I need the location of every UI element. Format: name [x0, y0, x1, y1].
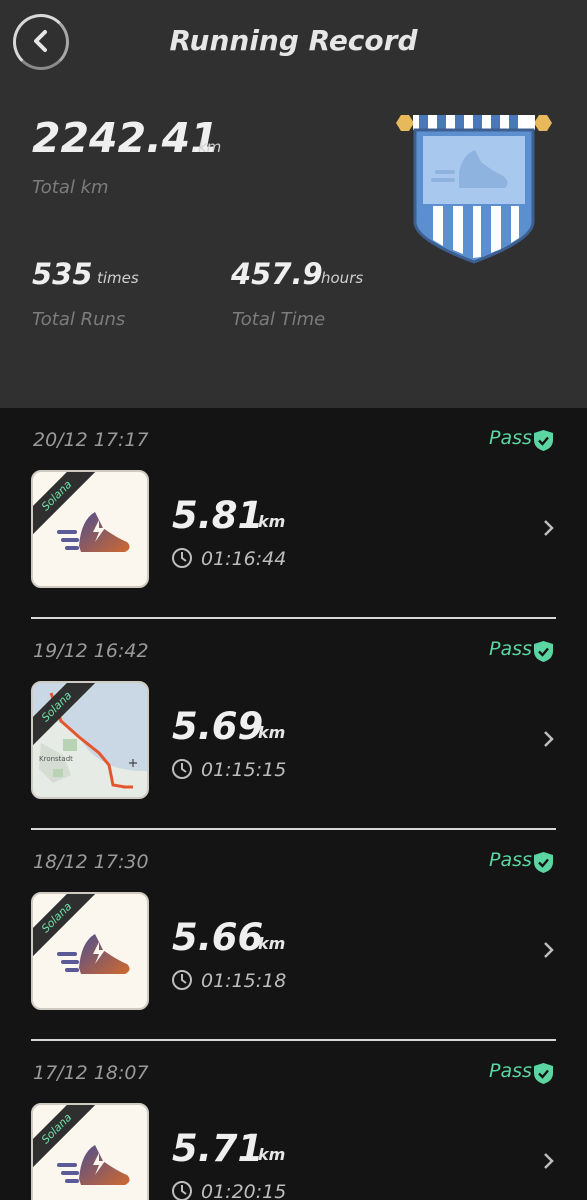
run-record-item[interactable]: 18/12 17:30 Pass Solana 5.66 km 01:15:18	[0, 830, 587, 1041]
record-date: 20/12 17:17	[33, 429, 149, 451]
run-record-item[interactable]: 19/12 16:42 Pass Kronstadt Solana 5.69 k…	[0, 619, 587, 830]
record-duration: 01:15:18	[201, 970, 287, 992]
page-title: Running Record	[169, 24, 418, 57]
run-record-item[interactable]: 20/12 17:17 Pass Solana 5.81 km 01:16:44	[0, 408, 587, 619]
run-record-item[interactable]: 17/12 18:07 Pass Solana 5.71 km 01:20:15	[0, 1041, 587, 1200]
run-thumbnail: Solana	[31, 892, 149, 1010]
total-km-unit: km	[198, 138, 222, 156]
record-duration: 01:16:44	[201, 548, 287, 570]
record-distance: 5.69	[172, 705, 264, 748]
total-km-label: Total km	[32, 177, 109, 198]
run-thumbnail: Solana	[31, 1103, 149, 1200]
total-runs-unit: times	[97, 269, 139, 287]
clock-icon	[172, 1181, 192, 1200]
total-time-label: Total Time	[232, 309, 326, 330]
pass-shield-icon	[534, 641, 553, 662]
record-duration: 01:20:15	[201, 1181, 287, 1200]
chevron-right-icon[interactable]	[542, 729, 556, 749]
record-date: 18/12 17:30	[33, 851, 149, 873]
record-distance: 5.71	[172, 1127, 264, 1170]
shoe-icon	[57, 934, 130, 974]
run-map-thumbnail: Kronstadt Solana	[31, 681, 149, 799]
clock-icon	[172, 970, 192, 990]
chevron-right-icon[interactable]	[542, 1151, 556, 1171]
map-place-label: Kronstadt	[39, 755, 73, 763]
summary-header: Running Record 2242.41 km Total km 535 t…	[0, 0, 587, 408]
record-distance-unit: km	[258, 723, 286, 742]
clock-icon	[172, 548, 192, 568]
clock-icon	[172, 759, 192, 779]
status-badge: Pass	[489, 1060, 532, 1082]
status-badge: Pass	[489, 638, 532, 660]
record-date: 19/12 16:42	[33, 640, 149, 662]
badge-shield-icon	[396, 115, 552, 264]
total-time-value: 457.9	[231, 257, 323, 291]
chevron-right-icon[interactable]	[542, 518, 556, 538]
total-km-value: 2242.41	[32, 114, 219, 162]
total-runs-label: Total Runs	[32, 309, 126, 330]
pass-shield-icon	[534, 430, 553, 451]
status-badge: Pass	[489, 849, 532, 871]
record-distance-unit: km	[258, 934, 286, 953]
run-thumbnail: Solana	[31, 470, 149, 588]
record-date: 17/12 18:07	[33, 1062, 149, 1084]
record-distance-unit: km	[258, 512, 286, 531]
shoe-icon	[57, 512, 130, 552]
status-badge: Pass	[489, 427, 532, 449]
total-runs-value: 535	[32, 257, 93, 291]
pass-shield-icon	[534, 1063, 553, 1084]
record-distance-unit: km	[258, 1145, 286, 1164]
shoe-icon	[57, 1145, 130, 1185]
total-time-unit: hours	[321, 269, 364, 287]
record-distance: 5.81	[172, 494, 264, 537]
record-distance: 5.66	[172, 916, 264, 959]
pass-shield-icon	[534, 852, 553, 873]
record-duration: 01:15:15	[201, 759, 287, 781]
chevron-right-icon[interactable]	[542, 940, 556, 960]
